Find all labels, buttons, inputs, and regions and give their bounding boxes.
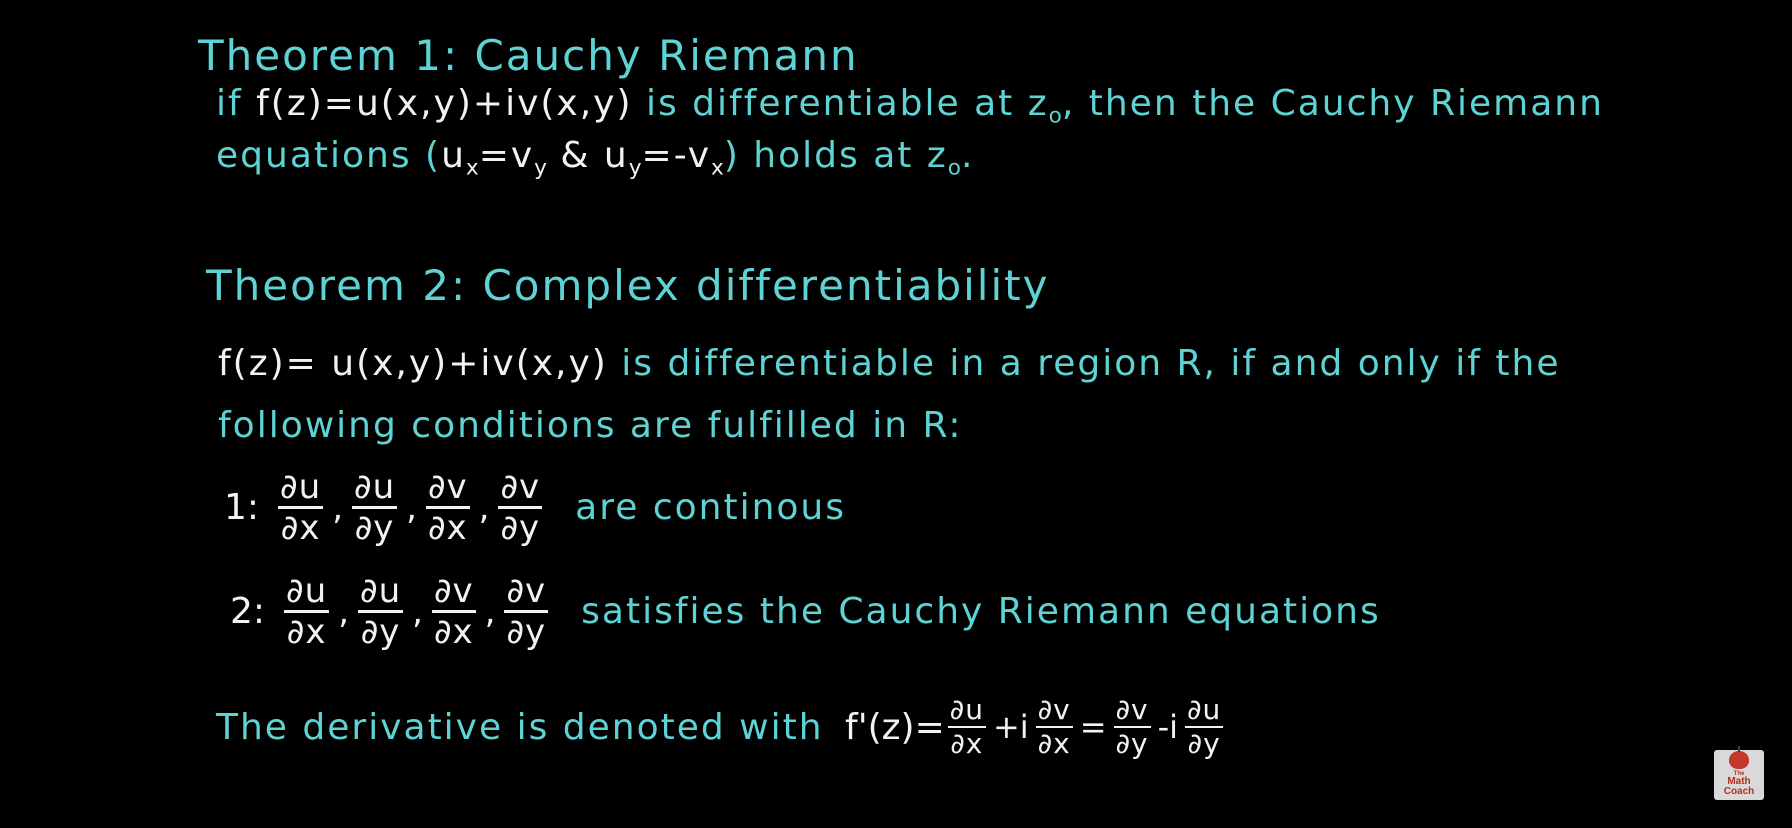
- logo-text: The Math Coach: [1724, 771, 1755, 797]
- partial-du-dx: ∂u ∂x: [284, 571, 330, 652]
- logo-text-coach: Coach: [1723, 786, 1755, 797]
- condition-2-label: 2:: [230, 591, 266, 632]
- minus-i: -i: [1157, 708, 1179, 746]
- equals: =: [1079, 708, 1107, 746]
- partial-den: ∂x: [427, 508, 468, 548]
- partial-dv-dx: ∂v ∂x: [431, 571, 476, 652]
- partial-den: ∂y: [506, 612, 547, 652]
- derivative-text: The derivative is denoted with: [216, 706, 838, 748]
- partial-den: ∂y: [360, 612, 401, 652]
- comma: ,: [332, 487, 343, 528]
- partial-num: ∂v: [425, 467, 470, 509]
- partial-num: ∂u: [284, 571, 330, 613]
- comma: ,: [412, 591, 423, 632]
- partial-num: ∂u: [947, 693, 986, 728]
- comma: ,: [338, 591, 349, 632]
- theorem1-line2-c: .: [960, 135, 975, 176]
- cr-eq-sub-y2: y: [628, 155, 642, 181]
- partial-den: ∂x: [280, 508, 321, 548]
- theorem1-line1-sub: o: [1048, 103, 1062, 129]
- partial-num: ∂u: [1185, 693, 1224, 728]
- lecture-slide: Theorem 1: Cauchy Riemann if f(z)=u(x,y)…: [0, 0, 1792, 828]
- partial-du-dy: ∂u ∂y: [352, 467, 398, 548]
- partial-den: ∂x: [1037, 727, 1071, 760]
- cr-eq-u: u: [441, 135, 466, 176]
- partial-dv-dy: ∂v ∂y: [504, 571, 549, 652]
- partial-dv-dy: ∂v ∂y: [498, 467, 543, 548]
- cr-eq-sub-x2: x: [711, 155, 724, 181]
- condition-1-text: are continous: [575, 487, 846, 528]
- theorem2-line2: following conditions are fulfilled in R:: [218, 405, 963, 446]
- partial-num: ∂v: [498, 467, 543, 509]
- theorem1-line1-c: , then the Cauchy Riemann: [1061, 83, 1604, 124]
- partial-num: ∂v: [1035, 693, 1073, 728]
- plus-i: +i: [992, 708, 1029, 746]
- derivative-lhs: f'(z)=: [845, 706, 945, 748]
- partial-num: ∂v: [1113, 693, 1151, 728]
- theorem1-line2-sub: o: [947, 155, 961, 181]
- comma: ,: [406, 487, 417, 528]
- partial-num: ∂u: [352, 467, 398, 509]
- theorem1-line1-formula: f(z)=u(x,y)+iv(x,y): [256, 83, 633, 124]
- partial-dv-dx: ∂v ∂x: [425, 467, 470, 548]
- partial-den: ∂y: [1187, 727, 1221, 760]
- partial-den: ∂y: [500, 508, 541, 548]
- partial-num: ∂u: [278, 467, 324, 509]
- theorem1-line2: equations (ux=vy & uy=-vx) holds at zo.: [216, 136, 974, 189]
- partial-den: ∂x: [286, 612, 327, 652]
- partial-du-dy: ∂u ∂y: [1185, 693, 1224, 760]
- partial-den: ∂y: [354, 508, 395, 548]
- theorem1-line1: if f(z)=u(x,y)+iv(x,y) is differentiable…: [216, 84, 1604, 137]
- cr-eq-u2: u: [603, 135, 629, 176]
- partial-du-dx: ∂u ∂x: [278, 467, 324, 548]
- partial-den: ∂x: [950, 727, 984, 760]
- theorem2-line1-text: is differentiable in a region R, if and …: [607, 343, 1561, 384]
- cr-eq-amp: &: [546, 135, 604, 176]
- partial-den: ∂y: [1115, 727, 1149, 760]
- cr-eq-v: =v: [478, 135, 535, 176]
- apple-icon: [1729, 746, 1749, 769]
- theorem2-title: Theorem 2: Complex differentiability: [206, 261, 1050, 310]
- partial-num: ∂v: [431, 571, 476, 613]
- partial-num: ∂v: [504, 571, 549, 613]
- math-coach-logo[interactable]: The Math Coach: [1714, 746, 1764, 800]
- partial-num: ∂u: [358, 571, 404, 613]
- theorem1-line1-a: if: [216, 83, 257, 124]
- cr-eq-v2: =-v: [641, 135, 712, 176]
- partial-du-dy: ∂u ∂y: [358, 571, 404, 652]
- partial-dv-dy: ∂v ∂y: [1113, 693, 1151, 760]
- partial-den: ∂x: [433, 612, 474, 652]
- theorem1-line2-a: equations (: [216, 135, 442, 176]
- condition-2-text: satisfies the Cauchy Riemann equations: [581, 591, 1381, 632]
- cr-eq-sub-x: x: [465, 155, 479, 181]
- partial-dv-dx: ∂v ∂x: [1035, 693, 1073, 760]
- comma: ,: [478, 487, 490, 528]
- theorem1-line2-b: ) holds at z: [723, 135, 948, 176]
- theorem2-line1-formula: f(z)= u(x,y)+iv(x,y): [218, 343, 608, 384]
- cr-eq-sub-y: y: [534, 155, 547, 181]
- theorem1-title: Theorem 1: Cauchy Riemann: [198, 31, 859, 80]
- partial-du-dx: ∂u ∂x: [947, 693, 986, 760]
- condition-1-label: 1:: [224, 487, 260, 528]
- theorem2-line1: f(z)= u(x,y)+iv(x,y) is differentiable i…: [218, 344, 1560, 384]
- theorem1-line1-b: is differentiable at z: [632, 83, 1049, 124]
- condition-1: 1: ∂u ∂x , ∂u ∂y , ∂v ∂x , ∂v ∂y are contino…: [224, 470, 846, 545]
- condition-2: 2: ∂u ∂x , ∂u ∂y , ∂v ∂x , ∂v ∂y satisfies t…: [230, 574, 1381, 649]
- comma: ,: [484, 591, 496, 632]
- derivative-line: The derivative is denoted with f'(z)= ∂u…: [216, 696, 1226, 758]
